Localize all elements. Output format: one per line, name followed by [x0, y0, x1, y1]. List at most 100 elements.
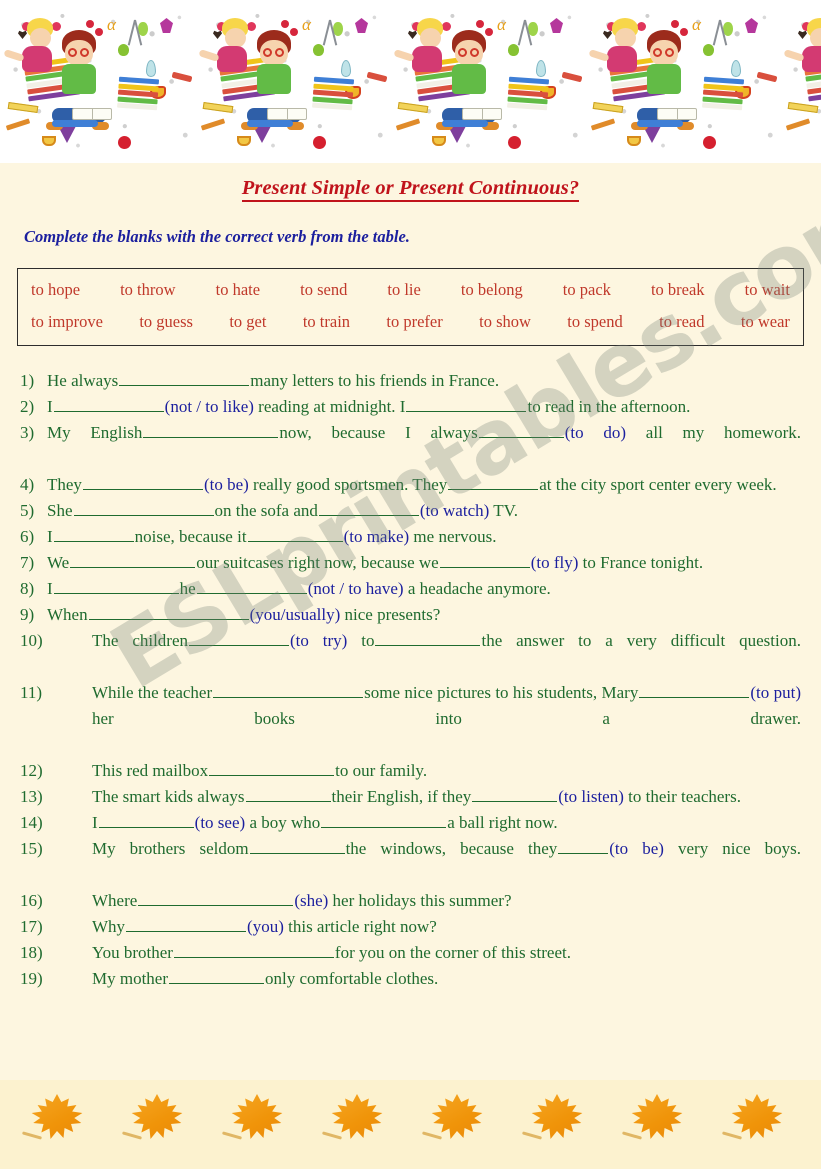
answer-blank[interactable]: [209, 759, 335, 776]
verb-hint: (to see): [194, 813, 246, 832]
school-illustration-tile: α: [0, 4, 195, 153]
answer-blank[interactable]: [406, 395, 527, 412]
exercise-number: 12): [20, 761, 43, 780]
answer-blank[interactable]: [448, 473, 539, 490]
leaf-stem-icon: [321, 1131, 343, 1140]
answer-blank[interactable]: [126, 915, 247, 932]
answer-blank[interactable]: [138, 889, 294, 906]
answer-blank[interactable]: [143, 421, 279, 438]
exercise-number: 11): [20, 683, 43, 702]
answer-blank[interactable]: [98, 811, 194, 828]
answer-blank[interactable]: [73, 499, 214, 516]
answer-blank[interactable]: [213, 681, 364, 698]
verb-bank-item: to throw: [120, 280, 176, 299]
hair-bow-icon: [442, 22, 451, 31]
open-book-icon: [72, 108, 112, 120]
exercise-list: 1) He always many letters to his friends i…: [20, 368, 801, 992]
maple-leaf-icon: [321, 1094, 388, 1156]
answer-blank[interactable]: [119, 369, 250, 386]
verb-bank-item: to prefer: [386, 312, 443, 331]
hair-bow-icon: [637, 22, 646, 31]
answer-blank[interactable]: [53, 395, 164, 412]
girl-face-icon: [225, 28, 246, 48]
verb-hint: (you/usually): [249, 605, 341, 624]
verb-bank-item: to improve: [31, 312, 103, 331]
school-illustration-tile: α: [390, 4, 585, 153]
verb-bank-item: to get: [229, 312, 267, 331]
answer-blank[interactable]: [439, 551, 530, 568]
skateboard-icon: [247, 120, 293, 127]
answer-blank[interactable]: [247, 525, 343, 542]
exercise-item: 6) Inoise, because it (to make) me nervous…: [20, 524, 801, 550]
answer-blank[interactable]: [478, 421, 564, 438]
maple-leaf-icon: [621, 1094, 688, 1156]
cup-icon: [237, 136, 251, 146]
answer-blank[interactable]: [558, 837, 609, 854]
exercise-item: 18) You brother for you on the corner of t…: [20, 940, 801, 966]
cherry-icon: [476, 20, 484, 28]
answer-blank[interactable]: [82, 473, 203, 490]
exercise-item: 17) Why (you) this article right now?: [20, 914, 801, 940]
answer-blank[interactable]: [318, 499, 419, 516]
answer-blank[interactable]: [70, 551, 196, 568]
water-drop-icon: [146, 60, 156, 77]
verb-hint: (to try): [290, 631, 348, 650]
answer-blank[interactable]: [375, 629, 481, 646]
yarn-ball-icon: [508, 136, 521, 149]
answer-blank[interactable]: [169, 967, 265, 984]
exercise-number: 17): [20, 917, 43, 936]
cup-icon: [627, 136, 641, 146]
answer-blank[interactable]: [472, 785, 558, 802]
exercise-item: 19) My mother only comfortable clothes.: [20, 966, 801, 992]
exercise-item: 11) While the teacher some nice pictures t…: [20, 680, 801, 758]
skateboard-icon: [52, 120, 98, 127]
answer-blank[interactable]: [639, 681, 750, 698]
leaf-stem-icon: [721, 1131, 743, 1140]
exercise-item: 4) They (to be) really good sportsmen. The…: [20, 472, 801, 498]
worksheet-sheet: Present Simple or Present Continuous? Co…: [0, 163, 821, 1080]
verb-hint: (she): [294, 891, 329, 910]
verb-hint: (to be): [203, 475, 249, 494]
cherry-icon: [485, 28, 493, 36]
exercise-item: 2) I (not / to like) reading at midnight. …: [20, 394, 801, 420]
verb-hint: (you): [247, 917, 284, 936]
exercise-sentence: Ihe (not / to have) a headache anymore.: [47, 576, 801, 602]
verb-bank-item: to lie: [387, 280, 421, 299]
exercise-number: 8): [20, 579, 35, 598]
cherry-icon: [86, 20, 94, 28]
answer-blank[interactable]: [249, 837, 345, 854]
alpha-letter-icon: α: [302, 15, 311, 34]
verb-bank-item: to hate: [215, 280, 261, 299]
answer-blank[interactable]: [196, 577, 307, 594]
verb-bank-row-1: to hope to throw to hate to send to lie to be…: [26, 277, 795, 303]
verb-bank-item: to guess: [139, 312, 193, 331]
answer-blank[interactable]: [88, 603, 249, 620]
alpha-letter-icon: α: [107, 15, 116, 34]
glasses-icon: [275, 48, 284, 57]
school-illustration-tile: α: [195, 4, 390, 153]
maple-leaf-icon: [721, 1094, 788, 1156]
verb-hint: (to put): [750, 683, 801, 702]
answer-blank[interactable]: [321, 811, 447, 828]
exercise-number: 18): [20, 943, 43, 962]
answer-blank[interactable]: [53, 525, 134, 542]
verb-bank-item: to show: [479, 312, 531, 331]
top-decoration-band: α α α α: [0, 4, 821, 153]
book-stack-icon: [312, 76, 355, 112]
verb-hint: (to listen): [558, 787, 624, 806]
girl-body-icon: [607, 46, 637, 72]
answer-blank[interactable]: [189, 629, 290, 646]
apple-icon: [703, 44, 714, 56]
answer-blank[interactable]: [53, 577, 179, 594]
girl-body-icon: [22, 46, 52, 72]
exercise-sentence: My brothers seldom the windows, because t…: [92, 836, 801, 888]
answer-blank[interactable]: [173, 941, 334, 958]
exercise-item: 7) We our suitcases right now, because we(…: [20, 550, 801, 576]
exercise-number: 14): [20, 813, 43, 832]
exercise-sentence: When (you/usually) nice presents?: [47, 602, 801, 628]
boy-shirt-icon: [452, 64, 486, 94]
answer-blank[interactable]: [245, 785, 331, 802]
glasses-icon: [263, 48, 272, 57]
verb-hint: (to watch): [419, 501, 490, 520]
exercise-sentence: He always many letters to his friends in …: [47, 368, 801, 394]
